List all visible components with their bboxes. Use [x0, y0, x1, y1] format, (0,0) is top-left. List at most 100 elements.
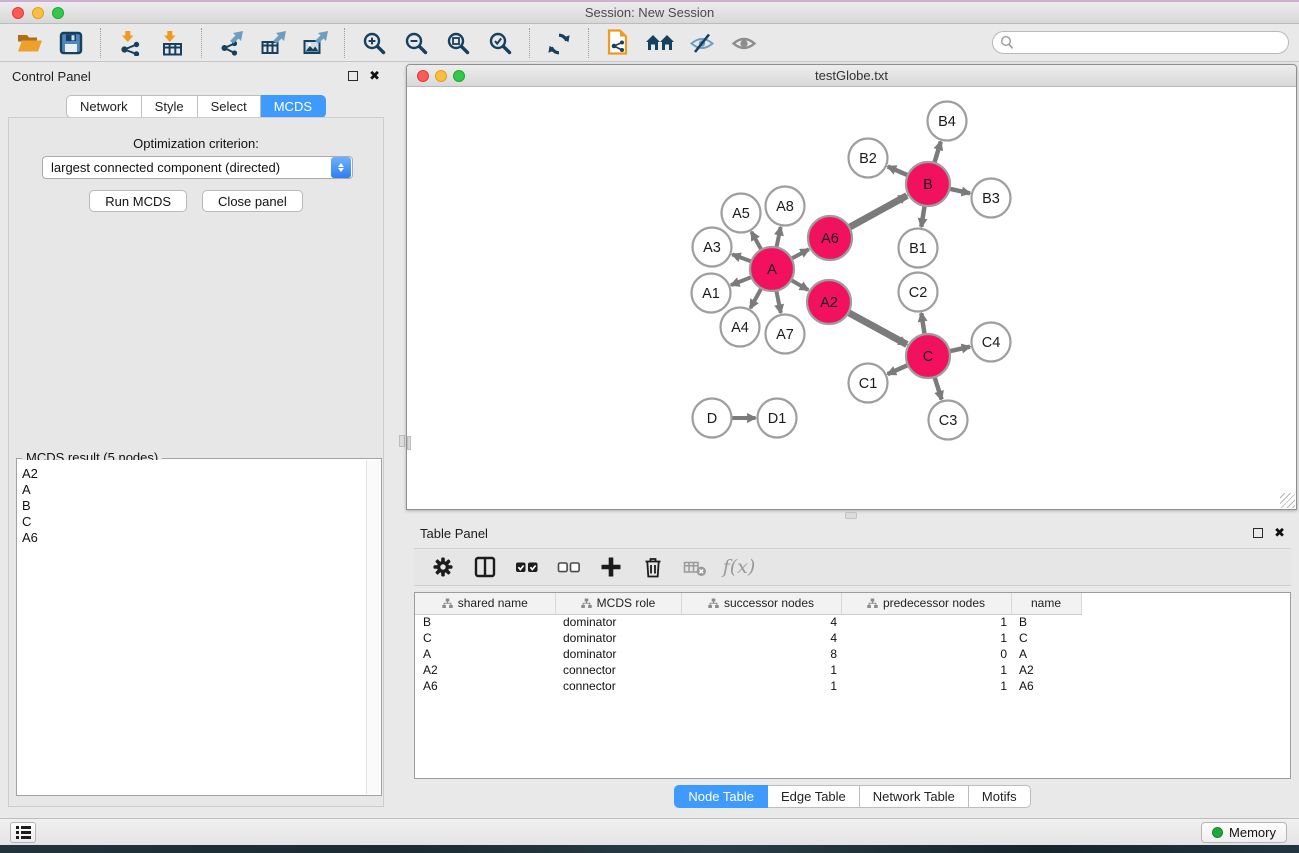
edge-A-A3[interactable] [732, 254, 753, 262]
graph-node-A[interactable]: A [750, 247, 794, 291]
import-network-from-file-button[interactable] [109, 26, 151, 60]
export-network-button[interactable] [210, 26, 252, 60]
tab-motifs[interactable]: Motifs [969, 785, 1031, 808]
edge-C-C2[interactable] [921, 313, 925, 336]
edge-A-A2[interactable] [789, 279, 808, 290]
graph-node-A5[interactable]: A5 [722, 194, 761, 233]
open-session-button[interactable] [8, 26, 50, 60]
memory-button[interactable]: Memory [1201, 822, 1287, 843]
table-cell[interactable]: A6 [1011, 678, 1081, 694]
table-cell[interactable]: A2 [415, 662, 555, 678]
result-list-scrollbar[interactable] [366, 460, 380, 794]
table-row[interactable]: A2connector11A2 [415, 662, 1093, 678]
show-all-button[interactable] [723, 26, 765, 60]
canvas-edge-grip[interactable] [407, 436, 411, 450]
graph-node-B4[interactable]: B4 [928, 102, 967, 141]
new-network-from-selection-button[interactable] [597, 26, 639, 60]
edge-A-A8[interactable] [776, 227, 781, 249]
create-new-column-button[interactable] [594, 551, 628, 583]
graph-node-C1[interactable]: C1 [849, 364, 888, 403]
hide-selected-button[interactable] [681, 26, 723, 60]
column-header-name[interactable]: name [1011, 593, 1081, 614]
table-cell[interactable]: 1 [841, 678, 1011, 694]
table-settings-button[interactable] [426, 551, 460, 583]
column-header-successor-nodes[interactable]: successor nodes [681, 593, 841, 614]
result-item[interactable]: A2 [18, 466, 366, 482]
show-columns-button[interactable] [468, 551, 502, 583]
edge-B-B2[interactable] [888, 167, 910, 176]
table-cell[interactable]: 1 [841, 662, 1011, 678]
zoom-selected-region-button[interactable] [479, 26, 521, 60]
table-cell[interactable]: 4 [681, 614, 841, 630]
import-table-from-file-button[interactable] [151, 26, 193, 60]
tab-mcds[interactable]: MCDS [261, 95, 326, 118]
function-builder-button[interactable]: f(x) [720, 551, 754, 583]
edge-A-A6[interactable] [790, 249, 809, 259]
tab-select[interactable]: Select [198, 95, 261, 118]
search-input[interactable] [992, 31, 1289, 54]
vertical-splitter-grip[interactable] [399, 435, 405, 447]
table-cell[interactable]: 0 [841, 646, 1011, 662]
tab-edge-table[interactable]: Edge Table [768, 785, 860, 808]
edge-C-C1[interactable] [888, 364, 910, 374]
column-header-predecessor-nodes[interactable]: predecessor nodes [841, 593, 1011, 614]
horizontal-splitter-grip[interactable] [845, 512, 857, 519]
graph-node-A6[interactable]: A6 [808, 216, 852, 260]
column-header-MCDS-role[interactable]: MCDS role [555, 593, 681, 614]
graph-node-A1[interactable]: A1 [692, 274, 731, 313]
task-history-button[interactable] [10, 822, 36, 843]
edge-A-A7[interactable] [776, 289, 781, 313]
first-neighbors-button[interactable] [639, 26, 681, 60]
delete-columns-button[interactable] [636, 551, 670, 583]
table-cell[interactable]: A [1011, 646, 1081, 662]
table-cell[interactable]: 4 [681, 630, 841, 646]
network-window-titlebar[interactable]: testGlobe.txt [407, 65, 1296, 87]
export-table-button[interactable] [252, 26, 294, 60]
result-item[interactable]: B [18, 498, 366, 514]
graph-node-C2[interactable]: C2 [899, 273, 938, 312]
table-cell[interactable]: A [415, 646, 555, 662]
edge-A-A4[interactable] [750, 287, 762, 309]
export-image-button[interactable] [294, 26, 336, 60]
table-row[interactable]: A6connector11A6 [415, 678, 1093, 694]
edge-C-C4[interactable] [948, 347, 970, 352]
graph-node-B3[interactable]: B3 [972, 179, 1011, 218]
close-panel-button[interactable]: Close panel [202, 190, 303, 212]
table-cell[interactable]: B [1011, 614, 1081, 630]
criterion-select[interactable]: largest connected component (directed) [42, 156, 353, 179]
table-cell[interactable]: connector [555, 678, 681, 694]
graph-node-B1[interactable]: B1 [899, 229, 938, 268]
apply-preferred-layout-button[interactable] [538, 26, 580, 60]
graph-node-D1[interactable]: D1 [758, 399, 797, 438]
table-cell[interactable]: C [1011, 630, 1081, 646]
table-row[interactable]: Adominator80A [415, 646, 1093, 662]
result-item[interactable]: A [18, 482, 366, 498]
tab-network-table[interactable]: Network Table [860, 785, 969, 808]
graph-node-D[interactable]: D [693, 399, 732, 438]
table-cell[interactable]: dominator [555, 646, 681, 662]
network-canvas[interactable]: B4B2BB3A8A5A6A3B1AC2A1A2A4A7C4CC1DD1C3 [407, 87, 1296, 509]
zoom-fit-content-button[interactable] [437, 26, 479, 60]
table-cell[interactable]: B [415, 614, 555, 630]
network-graph[interactable]: B4B2BB3A8A5A6A3B1AC2A1A2A4A7C4CC1DD1C3 [407, 87, 1296, 509]
tab-style[interactable]: Style [142, 95, 198, 118]
zoom-out-button[interactable] [395, 26, 437, 60]
save-session-button[interactable] [50, 26, 92, 60]
tab-network[interactable]: Network [66, 95, 142, 118]
graph-node-B[interactable]: B [906, 162, 950, 206]
graph-node-A7[interactable]: A7 [766, 315, 805, 354]
float-table-panel-icon[interactable] [1253, 528, 1263, 538]
edge-C-C3[interactable] [934, 375, 942, 399]
table-cell[interactable]: dominator [555, 630, 681, 646]
tab-node-table[interactable]: Node Table [674, 785, 768, 808]
result-item[interactable]: C [18, 514, 366, 530]
graph-node-A2[interactable]: A2 [807, 280, 851, 324]
table-cell[interactable]: connector [555, 662, 681, 678]
close-table-panel-icon[interactable]: ✖ [1274, 528, 1285, 538]
table-cell[interactable]: A6 [415, 678, 555, 694]
graph-node-C[interactable]: C [906, 334, 950, 378]
edge-A2-C[interactable] [847, 312, 907, 345]
graph-node-A8[interactable]: A8 [766, 187, 805, 226]
table-cell[interactable]: A2 [1011, 662, 1081, 678]
edge-A-A1[interactable] [731, 276, 753, 285]
